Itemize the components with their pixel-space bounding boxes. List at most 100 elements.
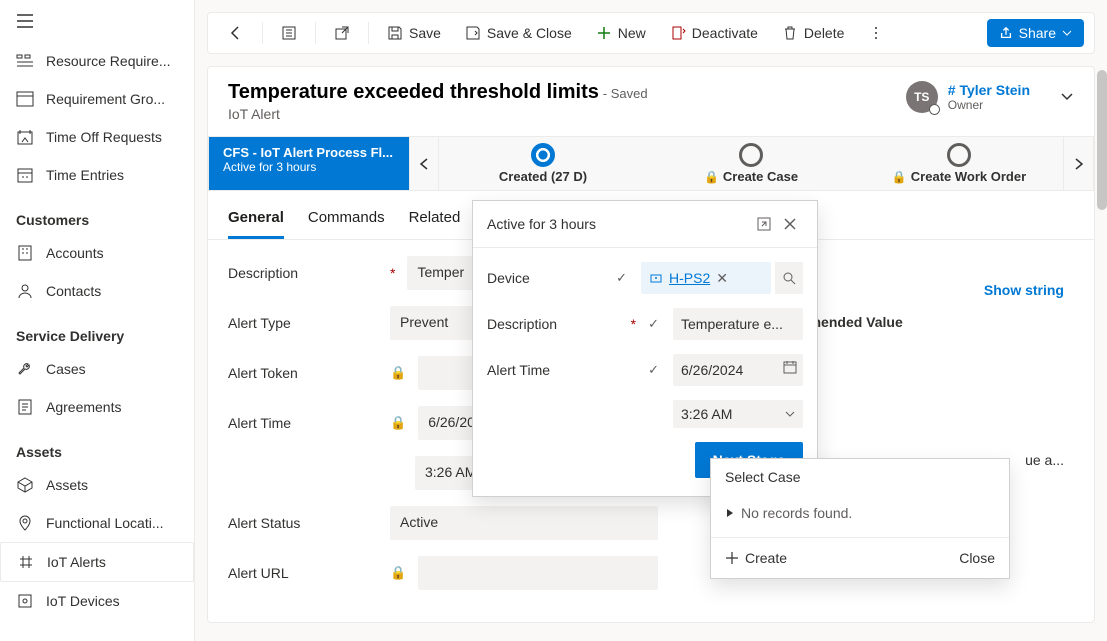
chevron-down-icon bbox=[785, 409, 795, 419]
doc-icon bbox=[16, 398, 34, 416]
stage-create-case[interactable]: 🔒Create Case bbox=[647, 137, 855, 190]
search-button[interactable] bbox=[775, 262, 803, 294]
lock-icon: 🔒 bbox=[892, 170, 907, 184]
label-alert-status: Alert Status bbox=[228, 515, 300, 531]
share-button[interactable]: Share bbox=[987, 19, 1084, 47]
nav-label: Accounts bbox=[46, 245, 104, 261]
calendar-icon[interactable] bbox=[783, 360, 797, 374]
nav-label: Time Off Requests bbox=[46, 129, 162, 145]
location-icon bbox=[16, 514, 34, 532]
nav-label: Requirement Gro... bbox=[46, 91, 165, 107]
bpf-title[interactable]: CFS - IoT Alert Process Fl... Active for… bbox=[209, 137, 409, 190]
flyout-desc-value[interactable]: Temperature e... bbox=[673, 308, 803, 340]
label-description: Description bbox=[228, 265, 298, 281]
stage-flyout: Active for 3 hours Device ✓ H-PS2 ✕ Desc… bbox=[472, 200, 818, 497]
flyout-time-value[interactable]: 3:26 AM bbox=[673, 400, 803, 428]
create-button[interactable]: Create bbox=[725, 550, 787, 566]
open-new-window[interactable] bbox=[324, 19, 360, 47]
select-case-dropdown: Select Case No records found. Create Clo… bbox=[710, 458, 1010, 579]
nav-assets[interactable]: Assets bbox=[0, 466, 194, 504]
required-icon: * bbox=[631, 316, 636, 332]
nav-iot-devices[interactable]: IoT Devices bbox=[0, 582, 194, 620]
label-alert-url: Alert URL bbox=[228, 565, 289, 581]
nav-contacts[interactable]: Contacts bbox=[0, 272, 194, 310]
nav-label: Assets bbox=[46, 477, 88, 493]
group-assets: Assets bbox=[0, 426, 194, 466]
timeoff-icon bbox=[16, 128, 34, 146]
nav-iot-alerts[interactable]: IoT Alerts bbox=[0, 542, 194, 582]
save-button[interactable]: Save bbox=[377, 19, 451, 47]
people-icon bbox=[16, 52, 34, 70]
bpf-nav-left[interactable] bbox=[409, 137, 439, 190]
flyout-time-label: Alert Time bbox=[487, 362, 587, 378]
nav-time-off[interactable]: Time Off Requests bbox=[0, 118, 194, 156]
flyout-date-value[interactable]: 6/26/2024 bbox=[673, 354, 803, 386]
form-selector[interactable] bbox=[271, 19, 307, 47]
flyout-device-label: Device bbox=[487, 270, 587, 286]
building-icon bbox=[16, 244, 34, 262]
delete-button[interactable]: Delete bbox=[772, 19, 854, 47]
tab-related[interactable]: Related bbox=[409, 201, 461, 239]
save-close-button[interactable]: Save & Close bbox=[455, 19, 582, 47]
business-process-flow: CFS - IoT Alert Process Fl... Active for… bbox=[208, 136, 1094, 191]
avatar: TS bbox=[906, 81, 938, 113]
close-button[interactable]: Close bbox=[959, 550, 995, 566]
remove-icon[interactable]: ✕ bbox=[716, 270, 728, 287]
group-servicedelivery: Service Delivery bbox=[0, 310, 194, 350]
owner-link[interactable]: # Tyler Stein bbox=[948, 82, 1030, 98]
nav-label: Agreements bbox=[46, 399, 121, 415]
nav-label: Resource Require... bbox=[46, 53, 171, 69]
flyout-device-value[interactable]: H-PS2 ✕ bbox=[641, 262, 771, 294]
flyout-desc-label: Description bbox=[487, 316, 587, 332]
nav-label: Functional Locati... bbox=[46, 515, 164, 531]
bpf-nav-right[interactable] bbox=[1063, 137, 1093, 190]
sidebar: Resource Require... Requirement Gro... T… bbox=[0, 0, 195, 641]
nav-resource-req[interactable]: Resource Require... bbox=[0, 42, 194, 80]
lock-icon: 🔒 bbox=[704, 170, 719, 184]
owner-field[interactable]: TS # Tyler Stein Owner bbox=[906, 81, 1074, 113]
required-icon: * bbox=[390, 265, 395, 281]
nav-time-entries[interactable]: Time Entries bbox=[0, 156, 194, 194]
dock-icon[interactable] bbox=[751, 211, 777, 237]
back-button[interactable] bbox=[218, 19, 254, 47]
nav-agreements[interactable]: Agreements bbox=[0, 388, 194, 426]
input-alert-status[interactable]: Active bbox=[390, 506, 658, 540]
close-icon[interactable] bbox=[777, 211, 803, 237]
nav-label: IoT Alerts bbox=[47, 554, 106, 570]
device-icon bbox=[16, 592, 34, 610]
group-icon bbox=[16, 90, 34, 108]
deactivate-button[interactable]: Deactivate bbox=[660, 19, 768, 47]
nav-label: Time Entries bbox=[46, 167, 124, 183]
nav-req-groups[interactable]: Requirement Gro... bbox=[0, 80, 194, 118]
stage-create-wo[interactable]: 🔒Create Work Order bbox=[855, 137, 1063, 190]
command-bar: Save Save & Close New Deactivate Delete … bbox=[207, 12, 1095, 54]
nav-func-loc[interactable]: Functional Locati... bbox=[0, 504, 194, 542]
tab-commands[interactable]: Commands bbox=[308, 201, 385, 239]
wrench-icon bbox=[16, 360, 34, 378]
new-button[interactable]: New bbox=[586, 19, 656, 47]
alert-icon bbox=[17, 553, 35, 571]
nav-accounts[interactable]: Accounts bbox=[0, 234, 194, 272]
group-customers: Customers bbox=[0, 194, 194, 234]
nav-label: Cases bbox=[46, 361, 86, 377]
show-string-link[interactable]: Show string bbox=[984, 282, 1064, 298]
stage-created[interactable]: Created (27 D) bbox=[439, 137, 647, 190]
box-icon bbox=[16, 476, 34, 494]
label-alert-token: Alert Token bbox=[228, 365, 298, 381]
caret-right-icon bbox=[725, 508, 735, 518]
dropdown-title: Select Case bbox=[711, 459, 1009, 495]
check-icon: ✓ bbox=[648, 362, 659, 378]
check-icon: ✓ bbox=[616, 270, 627, 286]
header-chevron[interactable] bbox=[1060, 90, 1074, 104]
nav-label: IoT Devices bbox=[46, 593, 120, 609]
device-icon bbox=[649, 271, 663, 285]
entity-type: IoT Alert bbox=[228, 106, 906, 122]
person-icon bbox=[16, 282, 34, 300]
lock-icon: 🔒 bbox=[390, 365, 406, 381]
hamburger-menu[interactable] bbox=[0, 0, 194, 42]
nav-cases[interactable]: Cases bbox=[0, 350, 194, 388]
tab-general[interactable]: General bbox=[228, 201, 284, 239]
calendar-icon bbox=[16, 166, 34, 184]
lock-icon: 🔒 bbox=[390, 565, 406, 581]
more-commands[interactable] bbox=[858, 19, 894, 47]
